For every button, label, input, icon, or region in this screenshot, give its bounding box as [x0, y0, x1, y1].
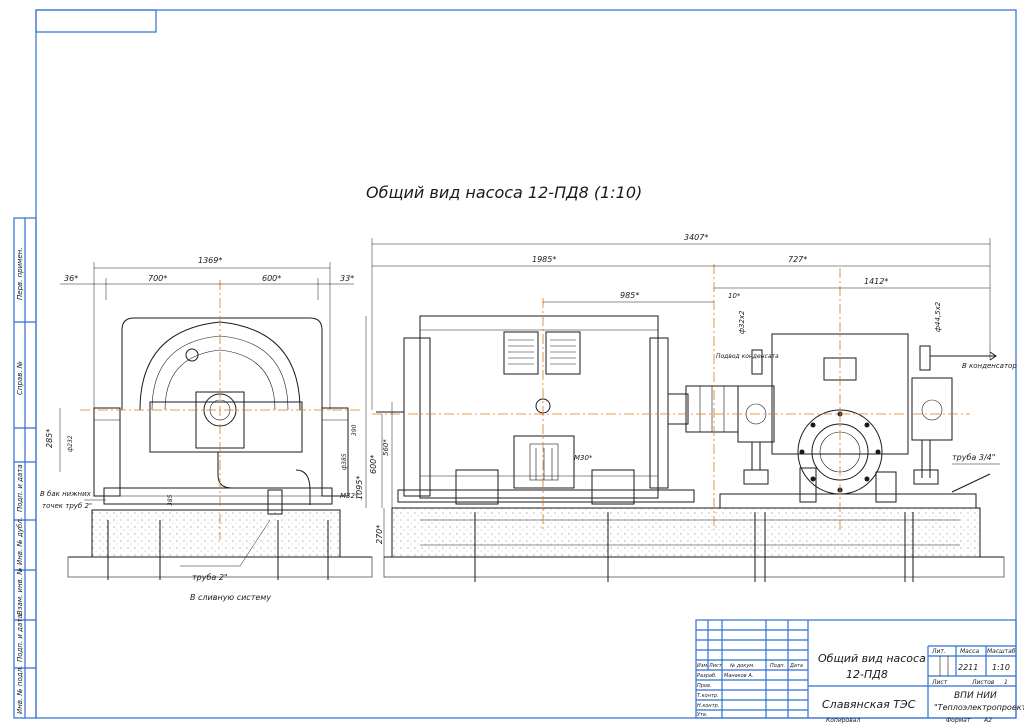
dim-10: 10* — [728, 292, 741, 300]
tb-role-0: Изм. — [697, 663, 709, 669]
tb-scale-value: 1:10 — [992, 663, 1010, 672]
dim-727: 727* — [788, 255, 807, 264]
dim-small-4: 390 — [351, 424, 358, 436]
drawing-title: Общий вид насоса 12-ПД8 (1:10) — [366, 183, 642, 202]
dim-phi44: ф44,5х2 — [934, 301, 942, 332]
dim-600-vert: 600* — [369, 455, 378, 474]
dim-33: 33* — [340, 274, 354, 283]
tb-role-3: Т.контр. — [697, 693, 719, 699]
foundation — [67, 507, 1005, 582]
dim-600: 600* — [262, 274, 281, 283]
tb-copy-label: Копировал — [826, 717, 860, 724]
dim-small-1: ф232 — [67, 435, 74, 452]
note-collector-2: точек труб 2" — [42, 502, 92, 510]
side-stamp-5: Подп. и дата — [16, 614, 24, 662]
dim-1369: 1369* — [198, 256, 222, 265]
note-condenser: В конденсатор — [962, 362, 1017, 370]
tb-org-1: ВПИ НИИ — [954, 691, 997, 701]
note-pipe-2: труба 2" — [192, 573, 228, 582]
dim-1095: 1095* — [355, 476, 364, 500]
dim-285: 285* — [45, 429, 54, 448]
tb-role-5: Утв. — [697, 712, 708, 718]
tb-scale-label: Масштаб — [987, 648, 1016, 655]
side-stamp-3: Инв. № дубл. — [16, 517, 24, 565]
tb-drawing-name-1: Общий вид насоса — [818, 652, 926, 665]
tb-object: Славянская ТЭС — [822, 698, 916, 711]
tb-col5-0: Дата — [789, 663, 803, 669]
dim-985: 985* — [620, 291, 639, 300]
tb-org-2: "Теплоэлектропроект" — [934, 703, 1024, 712]
pump-end-view — [80, 280, 360, 540]
dim-700: 700* — [148, 274, 167, 283]
note-collector-1: В бак нижних — [40, 490, 92, 498]
tb-sheets-label: Листов — [971, 679, 995, 686]
top-left-box — [35, 9, 157, 33]
dim-36: 36* — [64, 274, 78, 283]
side-stamp-0: Перв. примен. — [16, 247, 24, 300]
side-stamp-6: Инв. № подл. — [16, 666, 24, 714]
tb-col3-1: Манаков А. — [724, 673, 753, 679]
side-stamp-1: Справ. № — [16, 361, 24, 395]
tb-col3-0: № докум. — [729, 663, 755, 669]
tb-role-1: Разраб. — [697, 673, 717, 679]
tb-sheets-value: 1 — [1004, 679, 1008, 686]
dim-270: 270* — [375, 525, 384, 544]
note-drain: В сливную систему — [190, 593, 271, 602]
tb-role-4: Н.контр. — [697, 703, 719, 709]
tb-drawing-name-2: 12-ПД8 — [846, 668, 888, 681]
dim-3407: 3407* — [684, 233, 708, 242]
dim-1985: 1985* — [532, 255, 556, 264]
tb-col4-0: Подп. — [770, 663, 785, 669]
title-block: Изм. Лист № докум. Подп. Дата Разраб. Ма… — [695, 619, 1024, 719]
tb-mass-value: 2211 — [958, 663, 978, 672]
tb-lit-label: Лит. — [931, 648, 946, 655]
side-stamp-2: Подп. и дата — [16, 464, 24, 512]
motor-view: М30* — [376, 315, 739, 505]
tb-role-2: Пров. — [697, 683, 712, 689]
tb-format-value: А2 — [983, 717, 992, 724]
note-condensate-1: Подвод конденсата — [716, 353, 779, 360]
pump-side-view — [719, 333, 997, 509]
side-stamp-4: Взам. инв. № — [16, 567, 24, 615]
tb-format-label: Формат — [946, 717, 971, 724]
tb-mass-label: Масса — [960, 648, 979, 655]
dim-560: 560* — [382, 439, 390, 456]
dim-small-2: ф385 — [341, 453, 348, 470]
tb-col2-0: Лист — [708, 663, 723, 669]
tb-sheet-label: Лист — [931, 679, 948, 686]
dim-small-3: 385 — [167, 494, 174, 506]
side-stamp: Перв. примен. Справ. № Подп. и дата Инв.… — [13, 217, 37, 719]
label-m30: М30* — [574, 454, 593, 462]
dim-phi32: ф32х2 — [738, 310, 746, 334]
note-pipe-34: труба 3/4" — [952, 453, 995, 462]
dim-1412: 1412* — [864, 277, 888, 286]
drawing-sheet: Перв. примен. Справ. № Подп. и дата Инв.… — [13, 9, 1024, 724]
